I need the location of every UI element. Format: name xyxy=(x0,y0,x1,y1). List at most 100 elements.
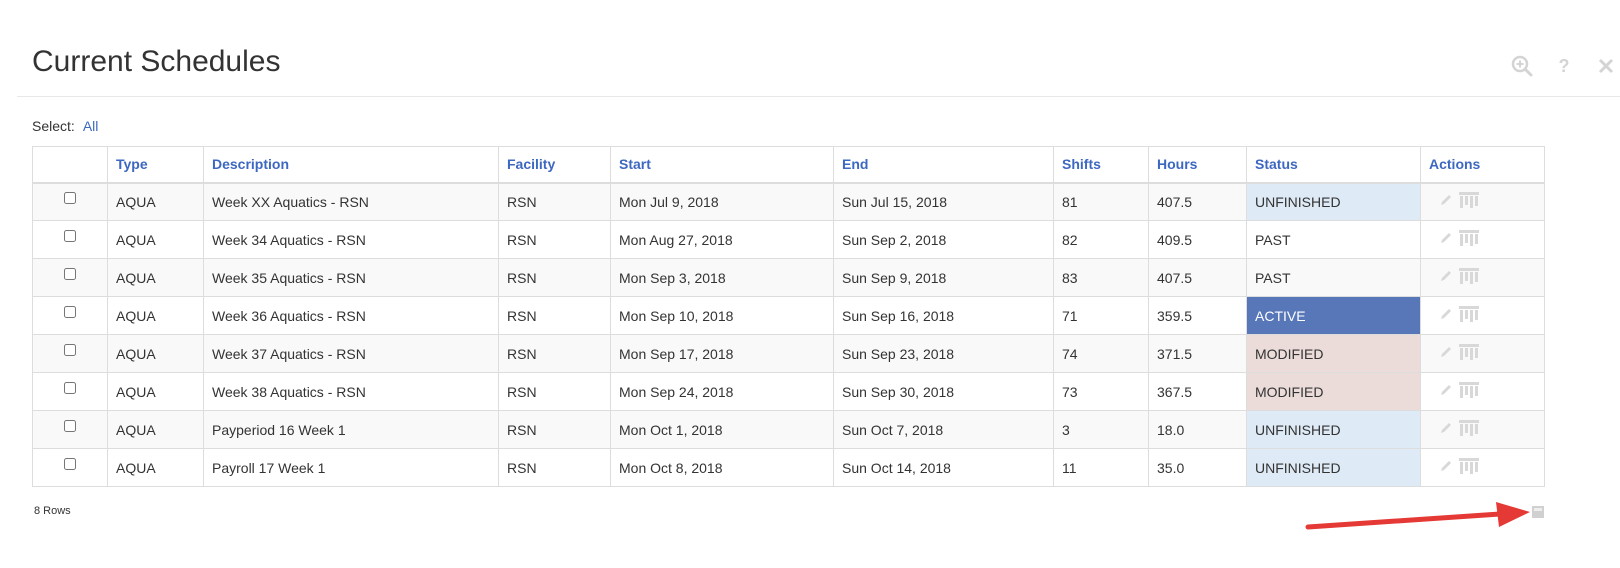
cell-start: Mon Sep 3, 2018 xyxy=(610,258,834,297)
cell-hours: 371.5 xyxy=(1148,334,1247,373)
row-checkbox[interactable] xyxy=(64,191,76,204)
cell-start: Mon Sep 17, 2018 xyxy=(610,334,834,373)
close-icon[interactable] xyxy=(1592,52,1620,80)
edit-icon[interactable] xyxy=(1439,269,1453,286)
cell-facility: RSN xyxy=(498,334,611,373)
cell-end: Sun Sep 9, 2018 xyxy=(833,258,1054,297)
cell-description: Week 34 Aquatics - RSN xyxy=(203,220,499,259)
cell-facility: RSN xyxy=(498,220,611,259)
schedule-view-icon[interactable] xyxy=(1459,306,1479,325)
cell-type: AQUA xyxy=(107,410,204,449)
row-actions xyxy=(1420,258,1545,297)
cell-status: UNFINISHED xyxy=(1246,448,1421,487)
row-select-cell xyxy=(32,258,108,297)
edit-icon[interactable] xyxy=(1439,421,1453,438)
cell-description: Week 37 Aquatics - RSN xyxy=(203,334,499,373)
row-checkbox[interactable] xyxy=(64,343,76,356)
cell-type: AQUA xyxy=(107,372,204,411)
cell-end: Sun Sep 2, 2018 xyxy=(833,220,1054,259)
row-checkbox[interactable] xyxy=(64,419,76,432)
cell-hours: 359.5 xyxy=(1148,296,1247,335)
svg-text:?: ? xyxy=(1559,56,1570,76)
cell-facility: RSN xyxy=(498,410,611,449)
cell-shifts: 3 xyxy=(1053,410,1149,449)
column-header-hours[interactable]: Hours xyxy=(1148,146,1247,184)
cell-hours: 367.5 xyxy=(1148,372,1247,411)
column-header-start[interactable]: Start xyxy=(610,146,834,184)
schedule-view-icon[interactable] xyxy=(1459,192,1479,211)
cell-type: AQUA xyxy=(107,334,204,373)
cell-status: MODIFIED xyxy=(1246,372,1421,411)
page-header: Current Schedules ? xyxy=(17,0,1620,97)
row-checkbox[interactable] xyxy=(64,457,76,470)
row-select-cell xyxy=(32,182,108,221)
column-header-facility[interactable]: Facility xyxy=(498,146,611,184)
row-select-cell xyxy=(32,334,108,373)
row-select-cell xyxy=(32,220,108,259)
cell-end: Sun Oct 7, 2018 xyxy=(833,410,1054,449)
row-checkbox[interactable] xyxy=(64,229,76,242)
cell-status: UNFINISHED xyxy=(1246,410,1421,449)
schedule-view-icon[interactable] xyxy=(1459,344,1479,363)
cell-hours: 407.5 xyxy=(1148,182,1247,221)
cell-start: Mon Oct 1, 2018 xyxy=(610,410,834,449)
row-actions xyxy=(1420,372,1545,411)
table-row: AQUA Week 36 Aquatics - RSN RSN Mon Sep 10,… xyxy=(32,296,1545,335)
row-checkbox[interactable] xyxy=(64,305,76,318)
cell-status: ACTIVE xyxy=(1246,296,1421,335)
column-header-description[interactable]: Description xyxy=(203,146,499,184)
row-checkbox[interactable] xyxy=(64,381,76,394)
column-header-end[interactable]: End xyxy=(833,146,1054,184)
schedule-view-icon[interactable] xyxy=(1459,382,1479,401)
cell-end: Sun Sep 16, 2018 xyxy=(833,296,1054,335)
cell-shifts: 81 xyxy=(1053,182,1149,221)
row-select-cell xyxy=(32,372,108,411)
cell-facility: RSN xyxy=(498,182,611,221)
edit-icon[interactable] xyxy=(1439,193,1453,210)
page-title: Current Schedules xyxy=(32,45,281,78)
edit-icon[interactable] xyxy=(1439,383,1453,400)
cell-description: Week 35 Aquatics - RSN xyxy=(203,258,499,297)
cell-description: Week 38 Aquatics - RSN xyxy=(203,372,499,411)
cell-facility: RSN xyxy=(498,448,611,487)
cell-type: AQUA xyxy=(107,258,204,297)
cell-shifts: 74 xyxy=(1053,334,1149,373)
cell-end: Sun Sep 30, 2018 xyxy=(833,372,1054,411)
edit-icon[interactable] xyxy=(1439,307,1453,324)
cell-description: Week XX Aquatics - RSN xyxy=(203,182,499,221)
edit-icon[interactable] xyxy=(1439,459,1453,476)
edit-icon[interactable] xyxy=(1439,231,1453,248)
row-actions xyxy=(1420,448,1545,487)
schedule-view-icon[interactable] xyxy=(1459,230,1479,249)
select-all-link[interactable]: All xyxy=(83,118,99,134)
schedule-view-icon[interactable] xyxy=(1459,268,1479,287)
cell-description: Week 36 Aquatics - RSN xyxy=(203,296,499,335)
row-select-cell xyxy=(32,410,108,449)
cell-hours: 407.5 xyxy=(1148,258,1247,297)
row-actions xyxy=(1420,220,1545,259)
column-header-type[interactable]: Type xyxy=(107,146,204,184)
column-header-shifts[interactable]: Shifts xyxy=(1053,146,1149,184)
cell-hours: 409.5 xyxy=(1148,220,1247,259)
row-actions xyxy=(1420,296,1545,335)
row-checkbox[interactable] xyxy=(64,267,76,280)
cell-status: PAST xyxy=(1246,258,1421,297)
cell-start: Mon Sep 24, 2018 xyxy=(610,372,834,411)
cell-status: UNFINISHED xyxy=(1246,182,1421,221)
schedule-view-icon[interactable] xyxy=(1459,458,1479,477)
column-header-status[interactable]: Status xyxy=(1246,146,1421,184)
cell-status: PAST xyxy=(1246,220,1421,259)
zoom-in-icon[interactable] xyxy=(1508,52,1536,80)
cell-shifts: 71 xyxy=(1053,296,1149,335)
column-header-actions: Actions xyxy=(1420,146,1545,184)
table-row: AQUA Week 38 Aquatics - RSN RSN Mon Sep 24,… xyxy=(32,372,1545,411)
column-header-select xyxy=(32,146,108,184)
row-actions xyxy=(1420,182,1545,221)
schedule-view-icon[interactable] xyxy=(1459,420,1479,439)
cell-end: Sun Oct 14, 2018 xyxy=(833,448,1054,487)
edit-icon[interactable] xyxy=(1439,345,1453,362)
cell-start: Mon Sep 10, 2018 xyxy=(610,296,834,335)
table-row: AQUA Week 35 Aquatics - RSN RSN Mon Sep 3, … xyxy=(32,258,1545,297)
cell-end: Sun Sep 23, 2018 xyxy=(833,334,1054,373)
help-icon[interactable]: ? xyxy=(1550,52,1578,80)
